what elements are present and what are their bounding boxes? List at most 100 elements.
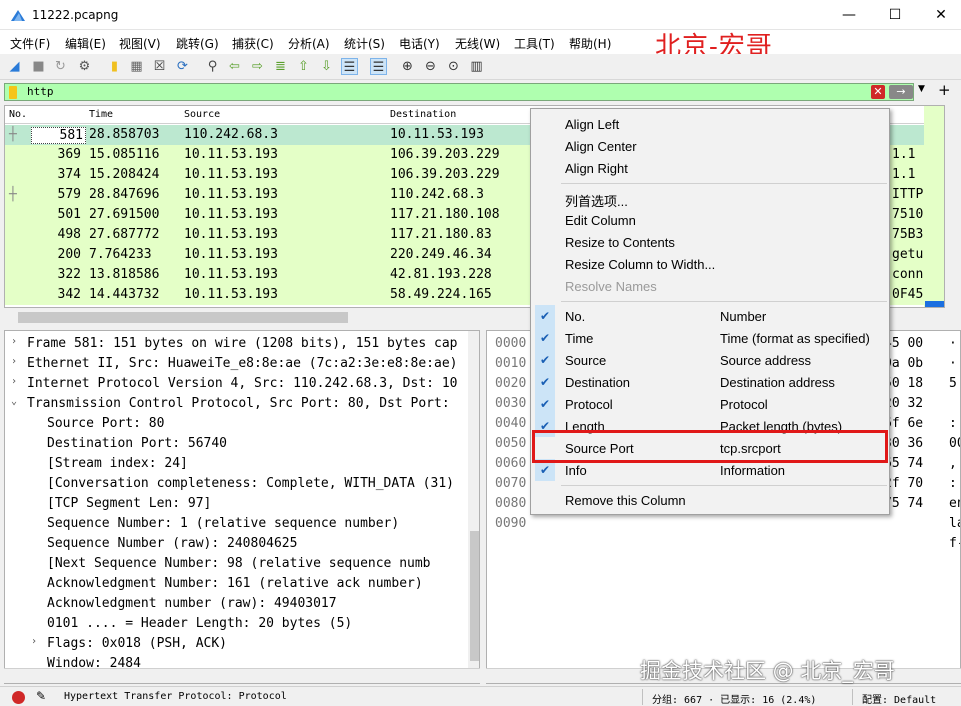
- column-header-source[interactable]: Source: [184, 109, 220, 120]
- detail-line[interactable]: [Conversation completeness: Complete, WI…: [5, 474, 475, 494]
- detail-line[interactable]: [Next Sequence Number: 98 (relative sequ…: [5, 554, 475, 574]
- menu-analyze[interactable]: 分析(A): [288, 35, 330, 52]
- byte-offset: 0040: [495, 416, 527, 431]
- packet-no: 322: [57, 267, 81, 282]
- menu-separator: [561, 301, 887, 302]
- packet-details-pane[interactable]: › Frame 581: 151 bytes on wire (1208 bits…: [4, 330, 480, 684]
- display-filter-input[interactable]: http ✕ →: [4, 83, 914, 101]
- zoom-normal-icon[interactable]: ⊙: [445, 58, 462, 75]
- menu-item[interactable]: 列首选项...: [531, 187, 889, 209]
- save-icon[interactable]: ▦: [128, 58, 145, 75]
- first-icon[interactable]: ⇧: [295, 58, 312, 75]
- apply-filter-icon[interactable]: →: [889, 85, 913, 99]
- detail-line[interactable]: Destination Port: 56740: [5, 434, 475, 454]
- status-profile[interactable]: 配置: Default: [862, 691, 936, 706]
- menu-item[interactable]: Resize Column to Width...: [531, 253, 889, 275]
- column-description: Number: [720, 309, 767, 324]
- column-description: Destination address: [720, 375, 835, 390]
- detail-line[interactable]: Sequence Number: 1 (relative sequence nu…: [5, 514, 475, 534]
- colorize-icon[interactable]: ☰: [370, 58, 387, 75]
- add-filter-button[interactable]: +: [938, 81, 951, 99]
- detail-line[interactable]: Acknowledgment Number: 161 (relative ack…: [5, 574, 475, 594]
- detail-line[interactable]: [Stream index: 24]: [5, 454, 475, 474]
- menu-file[interactable]: 文件(F): [10, 35, 50, 52]
- menu-tools[interactable]: 工具(T): [514, 35, 555, 52]
- last-icon[interactable]: ⇩: [318, 58, 335, 75]
- menu-item[interactable]: Resize to Contents: [531, 231, 889, 253]
- detail-line[interactable]: 0101 .... = Header Length: 20 bytes (5): [5, 614, 475, 634]
- goto-icon[interactable]: ≣: [272, 58, 289, 75]
- column-toggle-item[interactable]: ✔ No. Number: [531, 305, 889, 327]
- menu-help[interactable]: 帮助(H): [569, 35, 611, 52]
- menu-item-label: Align Center: [565, 139, 637, 154]
- menu-view[interactable]: 视图(V): [119, 35, 161, 52]
- find-icon[interactable]: ⚲: [204, 58, 221, 75]
- detail-line[interactable]: › Flags: 0x018 (PSH, ACK): [5, 634, 475, 654]
- detail-line[interactable]: Acknowledgment number (raw): 49403017: [5, 594, 475, 614]
- detail-line[interactable]: Sequence Number (raw): 240804625: [5, 534, 475, 554]
- maximize-button[interactable]: ☐: [872, 0, 918, 30]
- scroll-thumb[interactable]: [470, 531, 479, 661]
- column-toggle-item[interactable]: ✔ Source Source address: [531, 349, 889, 371]
- menu-edit[interactable]: 编辑(E): [65, 35, 106, 52]
- expand-arrow-icon[interactable]: ›: [11, 336, 17, 347]
- menu-item[interactable]: Edit Column: [531, 209, 889, 231]
- detail-line[interactable]: › Ethernet II, Src: HuaweiTe_e8:8e:ae (7c…: [5, 354, 475, 374]
- detail-text: Frame 581: 151 bytes on wire (1208 bits)…: [27, 336, 458, 351]
- bookmark-icon[interactable]: [9, 86, 17, 99]
- column-name: No.: [565, 309, 586, 324]
- remove-column-item[interactable]: Remove this Column: [531, 489, 889, 511]
- details-horizontal-scrollbar[interactable]: [4, 668, 480, 683]
- forward-icon[interactable]: ⇨: [249, 58, 266, 75]
- zoom-out-icon[interactable]: ⊖: [422, 58, 439, 75]
- edit-comment-icon[interactable]: ✎: [36, 689, 46, 703]
- column-description: Information: [720, 463, 786, 478]
- restart-icon[interactable]: ↻: [52, 58, 69, 75]
- capture-status-icon[interactable]: [12, 691, 25, 704]
- menu-wireless[interactable]: 无线(W): [455, 35, 500, 52]
- menu-capture[interactable]: 捕获(C): [232, 35, 274, 52]
- back-icon[interactable]: ⇦: [226, 58, 243, 75]
- detail-line[interactable]: ⌄ Transmission Control Protocol, Src Port…: [5, 394, 475, 414]
- resize-columns-icon[interactable]: ▥: [468, 58, 485, 75]
- scroll-thumb[interactable]: [18, 312, 348, 323]
- detail-line[interactable]: Source Port: 80: [5, 414, 475, 434]
- packet-destination: 110.242.68.3: [390, 187, 484, 202]
- menu-statistics[interactable]: 统计(S): [344, 35, 385, 52]
- column-toggle-item[interactable]: ✔ Protocol Protocol: [531, 393, 889, 415]
- chevron-down-icon[interactable]: ▼: [918, 84, 925, 94]
- detail-line[interactable]: [TCP Segment Len: 97]: [5, 494, 475, 514]
- packet-list-scroll-thumb[interactable]: [925, 301, 944, 307]
- column-header-destination[interactable]: Destination: [390, 109, 456, 120]
- byte-ascii: ,: [949, 456, 957, 471]
- open-file-icon[interactable]: ▮: [106, 58, 123, 75]
- autoscroll-icon[interactable]: ☰: [341, 58, 358, 75]
- menu-go[interactable]: 跳转(G): [176, 35, 219, 52]
- column-toggle-item[interactable]: ✔ Destination Destination address: [531, 371, 889, 393]
- menu-item-align-right[interactable]: Align Right: [531, 157, 889, 179]
- expand-arrow-icon[interactable]: ⌄: [11, 396, 17, 407]
- minimize-button[interactable]: —: [826, 0, 872, 30]
- column-header-time[interactable]: Time: [89, 109, 113, 120]
- menu-item-align-left[interactable]: Align Left: [531, 113, 889, 135]
- expand-arrow-icon[interactable]: ›: [31, 636, 37, 647]
- column-toggle-item[interactable]: ✔ Time Time (format as specified): [531, 327, 889, 349]
- packet-list-scrollbar[interactable]: [924, 106, 944, 307]
- detail-line[interactable]: › Frame 581: 151 bytes on wire (1208 bits…: [5, 334, 475, 354]
- close-button[interactable]: ✕: [918, 0, 961, 30]
- close-file-icon[interactable]: ☒: [151, 58, 168, 75]
- stop-icon[interactable]: ■: [30, 58, 47, 75]
- expand-arrow-icon[interactable]: ›: [11, 376, 17, 387]
- column-header-no[interactable]: No.: [9, 109, 27, 120]
- expand-arrow-icon[interactable]: ›: [11, 356, 17, 367]
- detail-line[interactable]: › Internet Protocol Version 4, Src: 110.2…: [5, 374, 475, 394]
- packet-source: 10.11.53.193: [184, 207, 278, 222]
- shark-fin-icon[interactable]: ◢: [6, 58, 23, 75]
- reload-icon[interactable]: ⟳: [174, 58, 191, 75]
- zoom-in-icon[interactable]: ⊕: [399, 58, 416, 75]
- options-icon[interactable]: ⚙: [76, 58, 93, 75]
- packet-source: 10.11.53.193: [184, 287, 278, 302]
- menu-telephony[interactable]: 电话(Y): [399, 35, 440, 52]
- clear-filter-icon[interactable]: ✕: [871, 85, 885, 99]
- menu-item-align-center[interactable]: Align Center: [531, 135, 889, 157]
